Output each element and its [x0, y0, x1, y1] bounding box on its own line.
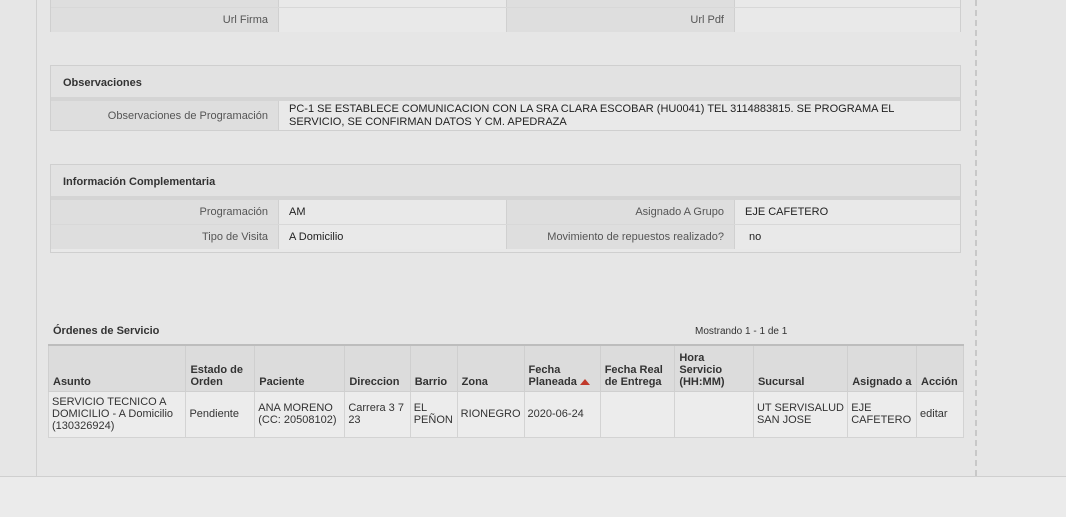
observaciones-row: Observaciones de Programación PC-1 SE ES… — [51, 101, 960, 130]
info-row-1: Programación AM Asignado A Grupo EJE CAF… — [51, 200, 960, 224]
col-zona[interactable]: Zona — [456, 344, 525, 392]
col-barrio[interactable]: Barrio — [409, 344, 458, 392]
col-accion: Acción — [916, 344, 964, 392]
url-pdf-value — [734, 8, 960, 32]
programacion-label: Programación — [51, 200, 278, 224]
url-firma-value — [278, 8, 506, 32]
grupo-value: EJE CAFETERO — [734, 200, 960, 224]
url-pdf-label: Url Pdf — [506, 8, 734, 32]
empty-row — [51, 0, 960, 7]
col-asignado[interactable]: Asignado a — [847, 344, 918, 392]
cell-fecha-real — [599, 390, 676, 438]
orders-pagination: Mostrando 1 - 1 de 1 — [695, 326, 788, 337]
repuestos-value: no — [734, 225, 960, 249]
cell-zona: RIONEGRO — [456, 390, 525, 438]
sort-asc-icon — [579, 378, 590, 385]
panel-border — [36, 0, 37, 476]
col-direccion[interactable]: Direccion — [344, 344, 411, 392]
repuestos-label: Movimiento de repuestos realizado? — [506, 225, 734, 249]
cell-asunto[interactable]: SERVICIO TECNICO A DOMICILIO - A Domicil… — [47, 390, 187, 438]
url-row-block: Url Firma Url Pdf — [50, 0, 961, 32]
col-fecha-planeada[interactable]: Fecha Planeada — [523, 344, 601, 392]
cell-hora — [674, 390, 754, 438]
cell-paciente[interactable]: ANA MORENO (CC: 20508102) — [254, 390, 346, 438]
orders-table: Asunto Estado de Orden Paciente Direccio… — [47, 344, 964, 438]
observaciones-label: Observaciones de Programación — [51, 101, 278, 130]
cell-asignado: EJE CAFETERO — [847, 390, 918, 438]
visita-label: Tipo de Visita — [51, 225, 278, 249]
col-sucursal[interactable]: Sucursal — [752, 344, 849, 392]
observaciones-block: Observaciones Observaciones de Programac… — [50, 65, 961, 131]
cell-estado: Pendiente — [185, 390, 256, 438]
col-hora[interactable]: Hora Servicio (HH:MM) — [674, 344, 754, 392]
cell-direccion: Carrera 3 7 23 — [344, 390, 411, 438]
info-block: Información Complementaria Programación … — [50, 164, 961, 253]
url-row: Url Firma Url Pdf — [51, 7, 960, 32]
visita-value: A Domicilio — [278, 225, 506, 249]
table-row: SERVICIO TECNICO A DOMICILIO - A Domicil… — [47, 390, 964, 438]
edit-link[interactable]: editar — [916, 390, 964, 438]
grupo-label: Asignado A Grupo — [506, 200, 734, 224]
col-fecha-real[interactable]: Fecha Real de Entrega — [599, 344, 676, 392]
observaciones-value: PC-1 SE ESTABLECE COMUNICACION CON LA SR… — [278, 101, 960, 130]
observaciones-title: Observaciones — [51, 66, 960, 101]
cell-sucursal: UT SERVISALUD SAN JOSE — [752, 390, 849, 438]
info-row-2: Tipo de Visita A Domicilio Movimiento de… — [51, 224, 960, 249]
dashed-divider — [975, 0, 977, 476]
cell-barrio: EL PEÑON — [409, 390, 458, 438]
info-title: Información Complementaria — [51, 165, 960, 200]
orders-title: Órdenes de Servicio — [53, 325, 160, 337]
col-paciente[interactable]: Paciente — [254, 344, 346, 392]
col-asunto[interactable]: Asunto — [47, 344, 187, 392]
programacion-value: AM — [278, 200, 506, 224]
orders-header-row: Asunto Estado de Orden Paciente Direccio… — [47, 344, 964, 392]
col-estado[interactable]: Estado de Orden — [185, 344, 256, 392]
cell-fecha-planeada: 2020-06-24 — [523, 390, 601, 438]
url-firma-label: Url Firma — [51, 8, 278, 32]
col-fecha-planeada-label: Fecha Planeada — [528, 363, 577, 388]
